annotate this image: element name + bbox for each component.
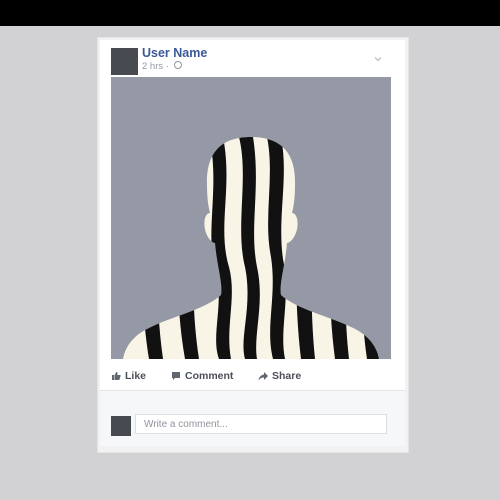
comment-input[interactable]: Write a comment... bbox=[135, 414, 387, 434]
globe-icon[interactable] bbox=[173, 61, 182, 70]
post-time[interactable]: 2 hrs bbox=[142, 61, 163, 72]
like-icon bbox=[112, 372, 121, 380]
commenter-avatar bbox=[111, 416, 131, 436]
top-bar bbox=[0, 0, 500, 26]
post-photo[interactable] bbox=[111, 77, 391, 359]
share-label: Share bbox=[272, 370, 302, 382]
author-avatar[interactable] bbox=[111, 48, 138, 75]
silhouette-image bbox=[123, 137, 379, 359]
post-body: User Name 2 hrs · Like Comment Share bbox=[100, 40, 405, 427]
share-button[interactable]: Share bbox=[258, 370, 301, 382]
chevron-down-icon[interactable] bbox=[374, 55, 382, 63]
comment-button[interactable]: Comment bbox=[171, 370, 233, 382]
post-meta: 2 hrs · bbox=[142, 61, 182, 72]
like-label: Like bbox=[125, 370, 147, 382]
comment-label: Comment bbox=[185, 370, 234, 382]
comment-area: Write a comment... bbox=[100, 390, 405, 446]
post-actions: Like Comment Share bbox=[100, 370, 405, 390]
author-name[interactable]: User Name bbox=[142, 46, 207, 60]
comment-icon bbox=[172, 372, 180, 380]
like-button[interactable]: Like bbox=[111, 370, 146, 382]
share-icon bbox=[258, 372, 268, 381]
post-card: User Name 2 hrs · Like Comment Share Wri… bbox=[98, 38, 408, 452]
meta-separator: · bbox=[165, 61, 169, 72]
